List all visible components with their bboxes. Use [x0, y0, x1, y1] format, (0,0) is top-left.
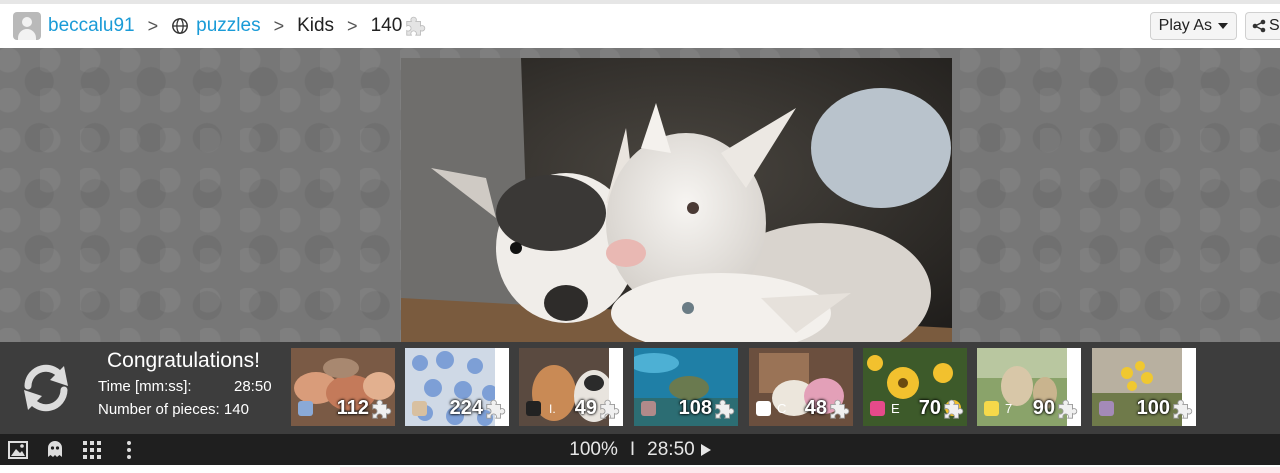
badge-icon	[984, 401, 999, 416]
breadcrumb-section-link[interactable]: puzzles	[196, 15, 260, 37]
zoom-level[interactable]: 100%	[569, 439, 618, 460]
badge-text: E	[891, 401, 900, 416]
badge-icon	[412, 401, 427, 416]
play-icon[interactable]	[700, 443, 711, 456]
share-icon	[1252, 19, 1266, 33]
breadcrumb-pieces: 140	[370, 15, 403, 36]
badge-icon	[526, 401, 541, 416]
badge-text: I.	[549, 402, 556, 416]
related-puzzle-thumbnail[interactable]: E 70	[863, 348, 967, 426]
puzzle-piece-icon	[944, 399, 964, 419]
breadcrumb-category[interactable]: Kids	[297, 15, 334, 37]
puzzle-piece-icon	[406, 16, 426, 36]
badge-icon	[870, 401, 885, 416]
chevron-right-icon: >	[147, 15, 159, 36]
thumbnail-piece-count: 48	[804, 397, 827, 419]
badge-text: 7	[1005, 401, 1013, 416]
caret-down-icon	[1218, 23, 1228, 29]
puzzle-piece-icon	[486, 399, 506, 419]
completed-puzzle-image	[401, 58, 952, 342]
timer-value: 28:50	[647, 439, 695, 460]
play-as-button[interactable]: Play As	[1149, 12, 1237, 40]
badge-icon	[756, 401, 771, 416]
top-bar: beccalu91 > puzzles > Kids > 140 Play As…	[0, 0, 1280, 48]
time-label: Time [mm:ss]:	[98, 378, 192, 395]
chevron-right-icon: >	[273, 15, 285, 36]
share-label: S	[1269, 17, 1280, 34]
badge-icon	[1099, 401, 1114, 416]
time-stat: Time [mm:ss]: 28:50	[98, 378, 272, 395]
related-puzzle-thumbnail[interactable]: I. 49	[519, 348, 623, 426]
related-puzzle-thumbnail[interactable]: 112	[291, 348, 395, 426]
puzzle-piece-icon	[715, 399, 735, 419]
puzzle-piece-icon	[830, 399, 850, 419]
thumbnail-piece-count: 90	[1032, 397, 1055, 419]
related-puzzle-thumbnail[interactable]: 7 90	[977, 348, 1081, 426]
puzzle-piece-icon	[1058, 399, 1078, 419]
time-value: 28:50	[234, 378, 272, 395]
related-puzzle-thumbnail[interactable]: 224	[405, 348, 509, 426]
bottom-toolbar: 100% I 28:50	[0, 434, 1280, 465]
play-as-label: Play As	[1158, 17, 1212, 34]
globe-icon	[172, 18, 189, 34]
thumbnail-piece-count: 49	[574, 397, 597, 419]
thumbnail-piece-count: 112	[336, 397, 369, 419]
share-button[interactable]: S	[1245, 12, 1280, 40]
puzzle-board[interactable]	[0, 48, 1280, 342]
page-footer-strip	[0, 465, 1280, 473]
status-readout: 100% I 28:50	[0, 439, 1280, 461]
status-divider: I	[629, 439, 636, 460]
puzzle-piece-icon	[372, 399, 392, 419]
thumbnail-piece-count: 108	[678, 397, 712, 419]
pieces-stat: Number of pieces: 140	[98, 401, 249, 418]
related-puzzle-thumbnail[interactable]: 100	[1092, 348, 1196, 426]
badge-icon	[298, 401, 313, 416]
replay-icon[interactable]	[18, 360, 74, 416]
pieces-label: Number of pieces:	[98, 401, 220, 418]
congratulations-title: Congratulations!	[107, 349, 260, 372]
related-puzzle-thumbnail[interactable]: 108	[634, 348, 738, 426]
avatar[interactable]	[13, 12, 41, 40]
badge-icon	[641, 401, 656, 416]
thumbnail-piece-count: 224	[449, 397, 483, 419]
thumbnail-piece-count: 100	[1136, 397, 1170, 419]
chevron-right-icon: >	[347, 15, 358, 36]
badge-text: C	[777, 401, 787, 416]
related-puzzle-thumbnail[interactable]: C 48	[749, 348, 853, 426]
puzzle-piece-icon	[1173, 399, 1193, 419]
completion-panel: Congratulations! Time [mm:ss]: 28:50 Num…	[0, 342, 1280, 434]
pieces-value: 140	[223, 401, 249, 418]
puzzle-piece-icon	[600, 399, 620, 419]
breadcrumb-user-link[interactable]: beccalu91	[48, 15, 135, 37]
thumbnail-piece-count: 70	[918, 397, 941, 419]
